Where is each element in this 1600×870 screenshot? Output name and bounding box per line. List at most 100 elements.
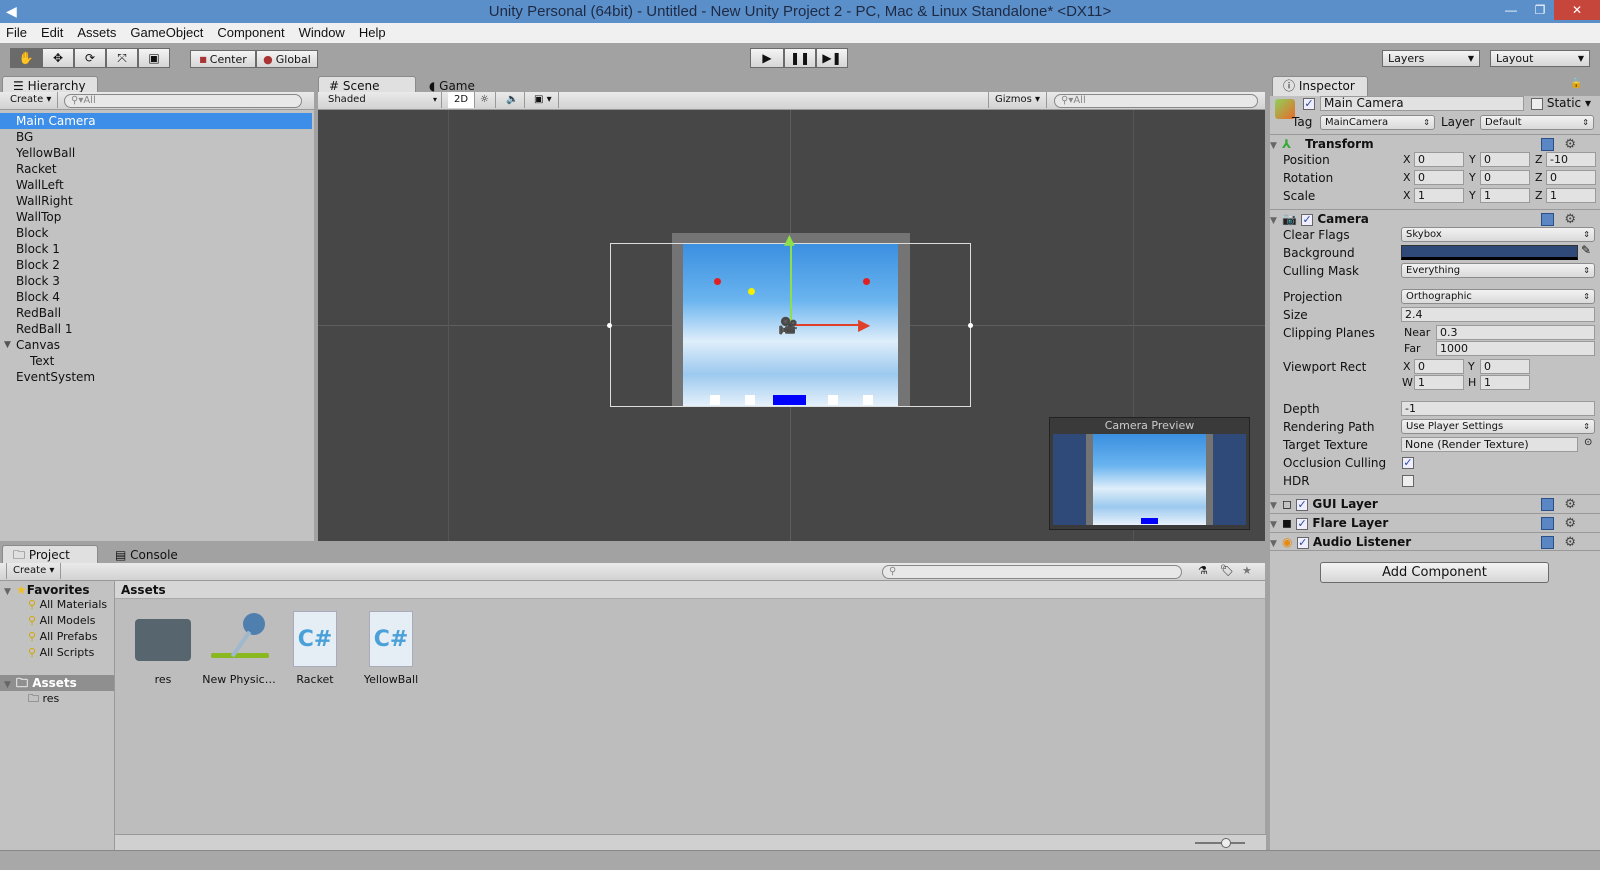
hierarchy-item[interactable]: Block 3 bbox=[0, 273, 312, 289]
culling-mask-dropdown[interactable]: Everything bbox=[1401, 263, 1595, 278]
position-z-input[interactable]: -10 bbox=[1546, 152, 1596, 167]
restore-icon[interactable]: ❐ bbox=[1525, 0, 1555, 20]
layers-dropdown[interactable]: Layers ▼ bbox=[1382, 50, 1480, 67]
favorite-item[interactable]: ⚲ All Scripts bbox=[0, 645, 114, 661]
step-icon[interactable]: ▶❚ bbox=[816, 48, 848, 68]
icon-size-slider-handle[interactable] bbox=[1221, 838, 1231, 848]
help-icon[interactable] bbox=[1541, 138, 1554, 151]
size-input[interactable]: 2.4 bbox=[1401, 307, 1595, 322]
icon-size-slider[interactable] bbox=[1195, 842, 1245, 844]
position-x-input[interactable]: 0 bbox=[1414, 152, 1464, 167]
hierarchy-item[interactable]: Block 4 bbox=[0, 289, 312, 305]
asset-item[interactable]: New Physic… bbox=[201, 607, 277, 686]
move-icon[interactable]: ✥ bbox=[42, 48, 74, 68]
block-sprite[interactable] bbox=[710, 395, 720, 405]
lock-icon[interactable]: 🔒 bbox=[1570, 78, 1582, 89]
hierarchy-item[interactable]: WallRight bbox=[0, 193, 312, 209]
favorite-item[interactable]: ⚲ All Models bbox=[0, 613, 114, 629]
hierarchy-item[interactable]: WallTop bbox=[0, 209, 312, 225]
hierarchy-item[interactable]: Block 1 bbox=[0, 241, 312, 257]
tab-console[interactable]: ▤ Console bbox=[104, 545, 194, 565]
tab-inspector[interactable]: ⓘ Inspector bbox=[1272, 76, 1368, 96]
scale-icon[interactable]: ⤧ bbox=[106, 48, 138, 68]
expand-arrow-icon[interactable]: ▼ bbox=[4, 337, 11, 353]
help-icon[interactable] bbox=[1541, 517, 1554, 530]
block-2-sprite[interactable] bbox=[828, 395, 838, 405]
rotation-z-input[interactable]: 0 bbox=[1546, 170, 1596, 185]
hierarchy-item[interactable]: Racket bbox=[0, 161, 312, 177]
rendering-path-dropdown[interactable]: Use Player Settings bbox=[1401, 419, 1595, 434]
asset-item[interactable]: C# Racket bbox=[277, 607, 353, 686]
tab-project[interactable]: 🗀 Project bbox=[2, 545, 98, 565]
hierarchy-item[interactable]: YellowBall bbox=[0, 145, 312, 161]
gear-icon[interactable]: ⚙ bbox=[1564, 514, 1576, 533]
gear-icon[interactable]: ⚙ bbox=[1564, 533, 1576, 552]
gear-icon[interactable]: ⚙ bbox=[1564, 495, 1576, 514]
pause-icon[interactable]: ❚❚ bbox=[784, 48, 816, 68]
gui-layer-header[interactable]: ▼ ◻ ✓ GUI Layer ⚙ bbox=[1270, 494, 1600, 513]
assets-breadcrumb[interactable]: Assets bbox=[115, 581, 1265, 599]
menu-gameobject[interactable]: GameObject bbox=[130, 23, 203, 43]
hierarchy-item[interactable]: ▼ Canvas bbox=[0, 337, 312, 353]
object-name-input[interactable]: Main Camera bbox=[1320, 96, 1524, 111]
resize-handle[interactable] bbox=[607, 323, 612, 328]
lighting-icon[interactable]: ☼ bbox=[474, 92, 496, 108]
favorite-star-icon[interactable]: ★ bbox=[1242, 564, 1252, 577]
transform-header[interactable]: ▼ ⅄ Transform ⚙ bbox=[1270, 134, 1600, 153]
active-checkbox[interactable]: ✓ bbox=[1303, 97, 1315, 110]
viewport-h-input[interactable]: 1 bbox=[1480, 375, 1530, 390]
filter-type-icon[interactable]: ⚗ bbox=[1198, 564, 1208, 577]
x-arrow-icon[interactable]: ▶ bbox=[858, 315, 870, 334]
assets-folder-item[interactable]: ▼ 🗀 Assets bbox=[0, 675, 114, 691]
racket-sprite[interactable] bbox=[773, 395, 806, 405]
menu-assets[interactable]: Assets bbox=[77, 23, 116, 43]
project-create-button[interactable]: Create ▾ bbox=[6, 563, 62, 579]
menu-file[interactable]: File bbox=[6, 23, 27, 43]
scene-search-input[interactable]: ⚲▾All bbox=[1054, 94, 1258, 108]
menu-help[interactable]: Help bbox=[359, 23, 386, 43]
scene-view[interactable]: ▲ ▶ 🎥 Camera Preview bbox=[318, 110, 1265, 541]
help-icon[interactable] bbox=[1541, 213, 1554, 226]
pivot-global-button[interactable]: ● Global bbox=[256, 50, 318, 68]
menu-component[interactable]: Component bbox=[217, 23, 284, 43]
eyedropper-icon[interactable]: ✎ bbox=[1581, 243, 1591, 257]
scale-x-input[interactable]: 1 bbox=[1414, 188, 1464, 203]
hand-icon[interactable]: ✋ bbox=[10, 48, 42, 68]
hierarchy-item[interactable]: RedBall bbox=[0, 305, 312, 321]
position-y-input[interactable]: 0 bbox=[1480, 152, 1530, 167]
play-icon[interactable]: ▶ bbox=[750, 48, 784, 68]
camera-gizmo-icon[interactable]: 🎥 bbox=[778, 316, 798, 335]
scale-y-input[interactable]: 1 bbox=[1480, 188, 1530, 203]
rect-tool-icon[interactable]: ▣ bbox=[138, 48, 170, 68]
pivot-center-button[interactable]: ■ Center bbox=[190, 50, 256, 68]
flare-layer-header[interactable]: ▼ ◼ ✓ Flare Layer ⚙ bbox=[1270, 513, 1600, 532]
menu-edit[interactable]: Edit bbox=[41, 23, 63, 43]
y-axis-handle[interactable] bbox=[790, 243, 792, 325]
viewport-w-input[interactable]: 1 bbox=[1414, 375, 1464, 390]
help-icon[interactable] bbox=[1541, 536, 1554, 549]
audio-listener-header[interactable]: ▼ ◉ ✓ Audio Listener ⚙ bbox=[1270, 532, 1600, 551]
add-component-button[interactable]: Add Component bbox=[1320, 562, 1549, 583]
far-input[interactable]: 1000 bbox=[1436, 341, 1595, 356]
camera-header[interactable]: ▼ 📷 ✓ Camera ⚙ bbox=[1270, 209, 1600, 228]
layout-dropdown[interactable]: Layout ▼ bbox=[1490, 50, 1590, 67]
favorites-header[interactable]: ▼ ★Favorites bbox=[0, 581, 114, 597]
close-icon[interactable]: ✕ bbox=[1554, 0, 1600, 20]
hierarchy-create-button[interactable]: Create ▾ bbox=[4, 92, 59, 108]
menu-window[interactable]: Window bbox=[299, 23, 345, 43]
projection-dropdown[interactable]: Orthographic bbox=[1401, 289, 1595, 304]
hierarchy-item[interactable]: Block bbox=[0, 225, 312, 241]
hierarchy-item[interactable]: Main Camera bbox=[0, 113, 312, 129]
help-icon[interactable] bbox=[1541, 498, 1554, 511]
audio-icon[interactable]: 🔈 bbox=[500, 92, 526, 108]
object-picker-icon[interactable]: ⊙ bbox=[1584, 437, 1592, 448]
res-folder-item[interactable]: 🗀 res bbox=[0, 691, 114, 707]
x-axis-handle[interactable] bbox=[792, 324, 862, 326]
effects-icon[interactable]: ▣ ▾ bbox=[528, 92, 559, 108]
hierarchy-item[interactable]: RedBall 1 bbox=[0, 321, 312, 337]
rotation-x-input[interactable]: 0 bbox=[1414, 170, 1464, 185]
target-texture-field[interactable]: None (Render Texture) bbox=[1401, 437, 1578, 452]
block-1-sprite[interactable] bbox=[745, 395, 755, 405]
2d-toggle[interactable]: 2D bbox=[448, 92, 476, 108]
occlusion-culling-checkbox[interactable]: ✓ bbox=[1402, 456, 1414, 469]
